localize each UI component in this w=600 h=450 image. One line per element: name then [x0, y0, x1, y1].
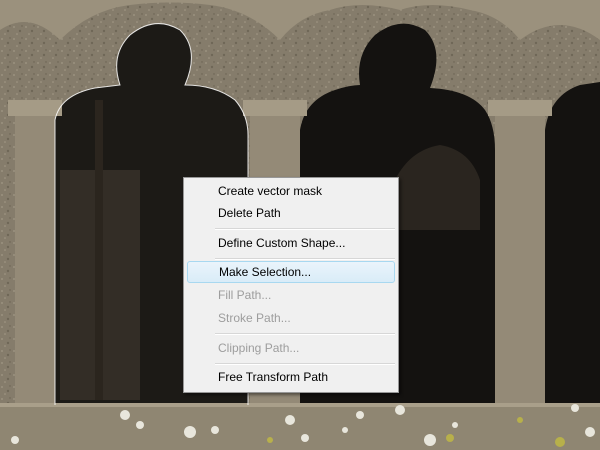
menu-item-delete-path[interactable]: Delete Path [187, 202, 395, 224]
menu-separator [215, 333, 395, 335]
menu-item-stroke-path[interactable]: Stroke Path... [187, 307, 395, 329]
menu-item-fill-path[interactable]: Fill Path... [187, 284, 395, 306]
menu-item-free-transform-path[interactable]: Free Transform Path [187, 366, 395, 388]
menu-separator [215, 258, 395, 260]
menu-item-create-vector-mask[interactable]: Create vector mask [187, 180, 395, 202]
menu-separator [215, 363, 395, 365]
menu-separator [215, 228, 395, 230]
menu-item-clipping-path[interactable]: Clipping Path... [187, 337, 395, 359]
menu-item-make-selection[interactable]: Make Selection... [187, 261, 395, 283]
menu-item-define-custom-shape[interactable]: Define Custom Shape... [187, 232, 395, 254]
context-menu: Create vector mask Delete Path Define Cu… [183, 177, 399, 393]
